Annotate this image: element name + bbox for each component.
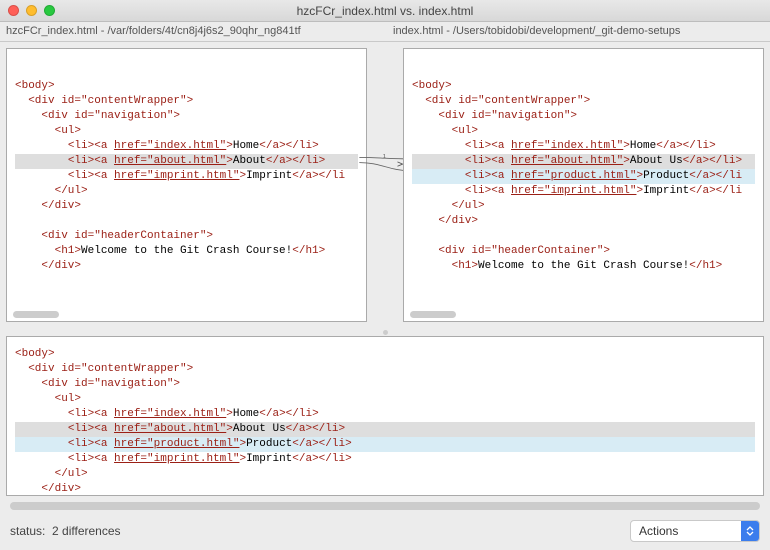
horizontal-scrollbar[interactable]: [13, 311, 59, 318]
merged-code-content: <body> <div id="contentWrapper"> <div id…: [7, 337, 763, 496]
status-bar: status: 2 differences Actions: [0, 514, 770, 550]
left-code-pane[interactable]: <body> <div id="contentWrapper"> <div id…: [6, 48, 367, 322]
file-paths: hzcFCr_index.html - /var/folders/4t/cn8j…: [0, 22, 770, 42]
right-file-path: index.html - /Users/tobidobi/development…: [383, 22, 770, 41]
traffic-lights: [8, 5, 55, 16]
right-code-content: <body> <div id="contentWrapper"> <div id…: [404, 49, 763, 282]
close-icon[interactable]: [8, 5, 19, 16]
maximize-icon[interactable]: [44, 5, 55, 16]
horizontal-scrollbar[interactable]: [10, 502, 760, 510]
top-split-view: <body> <div id="contentWrapper"> <div id…: [0, 42, 770, 328]
titlebar: hzcFCr_index.html vs. index.html: [0, 0, 770, 22]
left-file-path: hzcFCr_index.html - /var/folders/4t/cn8j…: [0, 22, 383, 41]
horizontal-splitter[interactable]: [0, 328, 770, 336]
right-code-pane[interactable]: <body> <div id="contentWrapper"> <div id…: [403, 48, 764, 322]
minimize-icon[interactable]: [26, 5, 37, 16]
arrow-right-icon: [397, 162, 402, 166]
status-text: status: 2 differences: [10, 524, 121, 538]
chevron-updown-icon: [741, 521, 759, 541]
window-title: hzcFCr_index.html vs. index.html: [0, 4, 770, 18]
left-code-content: <body> <div id="contentWrapper"> <div id…: [7, 49, 366, 282]
connector-label: 1: [383, 154, 386, 160]
actions-label: Actions: [639, 524, 678, 538]
merged-code-pane[interactable]: <body> <div id="contentWrapper"> <div id…: [6, 336, 764, 496]
diff-gutter: 1: [370, 42, 400, 328]
grip-icon: [383, 330, 388, 335]
actions-select[interactable]: Actions: [630, 520, 760, 542]
horizontal-scrollbar[interactable]: [410, 311, 456, 318]
